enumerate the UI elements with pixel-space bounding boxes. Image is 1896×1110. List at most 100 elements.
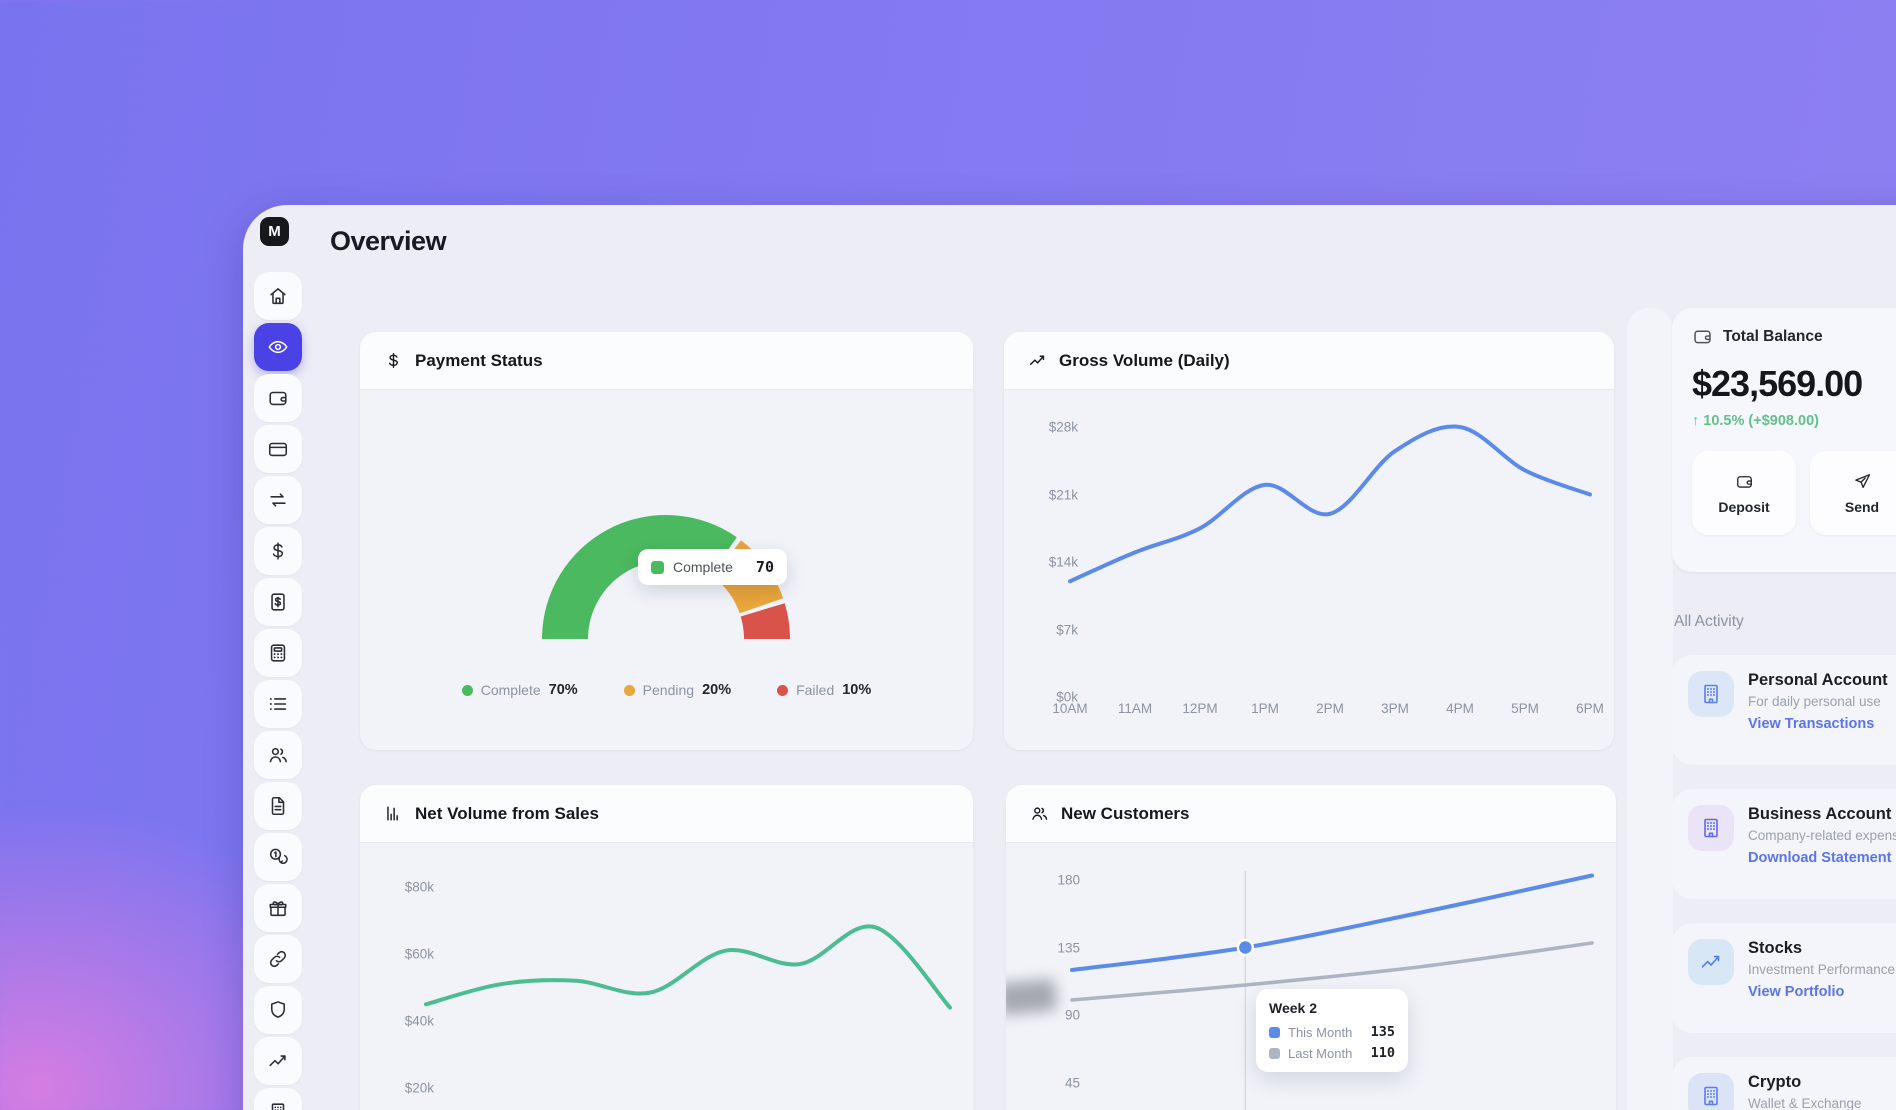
x-axis-tick: 11AM <box>1118 701 1152 716</box>
y-axis-tick: $21k <box>1004 487 1078 502</box>
x-axis-tick: 3PM <box>1381 701 1409 716</box>
sidebar-item-document[interactable] <box>254 782 302 830</box>
activity-item-stocks[interactable]: Stocks Investment Performance View Portf… <box>1672 923 1896 1033</box>
y-axis-tick: $20k <box>360 1081 434 1096</box>
card-title: Net Volume from Sales <box>415 804 599 824</box>
tooltip-row-this-month: This Month 135 <box>1269 1024 1395 1040</box>
activity-title: Stocks <box>1748 939 1895 958</box>
gross-line-chart-svg[interactable] <box>1004 390 1614 750</box>
gross-volume-chart[interactable]: $28k$21k$14k$7k$0k10AM11AM12PM1PM2PM3PM4… <box>1004 390 1614 750</box>
activity-subtitle: Company-related expenses <box>1748 828 1896 843</box>
legend-label: Complete <box>481 682 541 698</box>
activity-title: Business Account <box>1748 805 1896 824</box>
activity-item-crypto[interactable]: Crypto Wallet & Exchange <box>1672 1057 1896 1110</box>
net-volume-chart[interactable]: $80k$60k$40k$20k <box>360 843 973 1110</box>
new-customers-header: New Customers <box>1006 785 1616 843</box>
sidebar-item-wallet[interactable] <box>254 374 302 422</box>
building-icon <box>1688 1073 1734 1110</box>
sidebar-item-eye[interactable] <box>254 323 302 371</box>
sidebar-item-shield[interactable] <box>254 986 302 1034</box>
sidebar-item-invoice-dollar[interactable] <box>254 578 302 626</box>
gross-volume-header: Gross Volume (Daily) <box>1004 332 1614 390</box>
x-axis-tick: 1PM <box>1251 701 1279 716</box>
sidebar-item-users[interactable] <box>254 731 302 779</box>
sidebar-item-home[interactable] <box>254 272 302 320</box>
right-panel-backing <box>1627 308 1673 1110</box>
users-icon <box>267 744 289 766</box>
trending-up-icon <box>1688 939 1734 985</box>
building-icon <box>1688 805 1734 851</box>
x-axis-tick: 12PM <box>1182 701 1217 716</box>
total-balance-card: Total Balance $23,569.00 ↑ 10.5% (+$908.… <box>1672 308 1896 572</box>
sidebar-item-building[interactable] <box>254 1088 302 1110</box>
users-icon <box>1030 804 1049 823</box>
wallet-icon <box>267 387 289 409</box>
dashboard-panel: M Overview Payment Status Complete 70 Co… <box>243 205 1896 1110</box>
credit-card-icon <box>267 438 289 460</box>
payment-gauge-chart[interactable]: Complete 70 Complete 70% Pending 20% <box>360 390 973 750</box>
invoice-dollar-icon <box>267 591 289 613</box>
send-label: Send <box>1845 499 1879 515</box>
legend-value: 70% <box>549 682 578 698</box>
y-axis-tick: $7k <box>1004 622 1078 637</box>
activity-title: Personal Account <box>1748 671 1888 690</box>
link-icon <box>267 948 289 970</box>
tooltip-value: 135 <box>1371 1024 1395 1040</box>
total-balance-head: Total Balance <box>1692 326 1896 347</box>
sidebar-item-calculator[interactable] <box>254 629 302 677</box>
activity-item-personal-account[interactable]: Personal Account For daily personal use … <box>1672 655 1896 765</box>
last-month-swatch-icon <box>1269 1048 1280 1059</box>
new-customers-chart[interactable]: Week 2 This Month 135 Last Month 110 180… <box>1006 843 1616 1110</box>
x-axis-tick: 10AM <box>1052 701 1087 716</box>
sidebar-item-link[interactable] <box>254 935 302 983</box>
sidebar-item-trending-up[interactable] <box>254 1037 302 1085</box>
send-icon <box>1853 472 1872 491</box>
sidebar-item-list[interactable] <box>254 680 302 728</box>
sidebar-item-transfer-arrows[interactable] <box>254 476 302 524</box>
main-content: Payment Status Complete 70 Complete 70% <box>360 332 1614 1110</box>
card-title: New Customers <box>1061 804 1189 824</box>
send-button[interactable]: Send <box>1810 451 1896 535</box>
legend-item-pending: Pending 20% <box>624 682 731 698</box>
deposit-label: Deposit <box>1718 499 1769 515</box>
complete-swatch-icon <box>651 561 664 574</box>
sidebar-item-gift[interactable] <box>254 884 302 932</box>
activity-item-business-account[interactable]: Business Account Company-related expense… <box>1672 789 1896 899</box>
y-axis-tick: 180 <box>1006 873 1080 888</box>
y-axis-tick: $40k <box>360 1014 434 1029</box>
right-panel: Total Balance $23,569.00 ↑ 10.5% (+$908.… <box>1672 308 1896 1110</box>
trending-up-icon <box>267 1050 289 1072</box>
sidebar-item-credit-card[interactable] <box>254 425 302 473</box>
customers-tooltip: Week 2 This Month 135 Last Month 110 <box>1256 989 1408 1072</box>
x-axis-tick: 5PM <box>1511 701 1539 716</box>
gauge-legend: Complete 70% Pending 20% Failed 10% <box>360 682 973 698</box>
y-axis-tick: $14k <box>1004 555 1078 570</box>
total-balance-amount: $23,569.00 <box>1692 363 1896 405</box>
sidebar-item-coins[interactable] <box>254 833 302 881</box>
pending-dot-icon <box>624 685 635 696</box>
deposit-button[interactable]: Deposit <box>1692 451 1796 535</box>
sidebar-item-dollar-sign[interactable] <box>254 527 302 575</box>
y-axis-tick: 45 <box>1006 1075 1080 1090</box>
home-icon <box>267 285 289 307</box>
list-icon <box>267 693 289 715</box>
net-line-chart-svg[interactable] <box>360 843 973 1110</box>
wallet-icon <box>1692 326 1713 347</box>
wallet-icon <box>1735 472 1754 491</box>
card-title: Payment Status <box>415 351 543 371</box>
app-logo[interactable]: M <box>260 217 289 246</box>
calculator-icon <box>267 642 289 664</box>
download-statement-link[interactable]: Download Statement <box>1748 850 1896 866</box>
view-portfolio-link[interactable]: View Portfolio <box>1748 984 1895 1000</box>
coins-icon <box>267 846 289 868</box>
activity-title: Crypto <box>1748 1073 1862 1092</box>
page-title: Overview <box>330 226 446 257</box>
tooltip-value: 110 <box>1371 1045 1395 1061</box>
gift-icon <box>267 897 289 919</box>
legend-label: Failed <box>796 682 834 698</box>
view-transactions-link[interactable]: View Transactions <box>1748 716 1888 732</box>
new-customers-card: New Customers Week 2 This Month 135 Last… <box>1006 785 1616 1110</box>
legend-item-failed: Failed 10% <box>777 682 871 698</box>
y-axis-tick: 135 <box>1006 940 1080 955</box>
tooltip-row-last-month: Last Month 110 <box>1269 1045 1395 1061</box>
